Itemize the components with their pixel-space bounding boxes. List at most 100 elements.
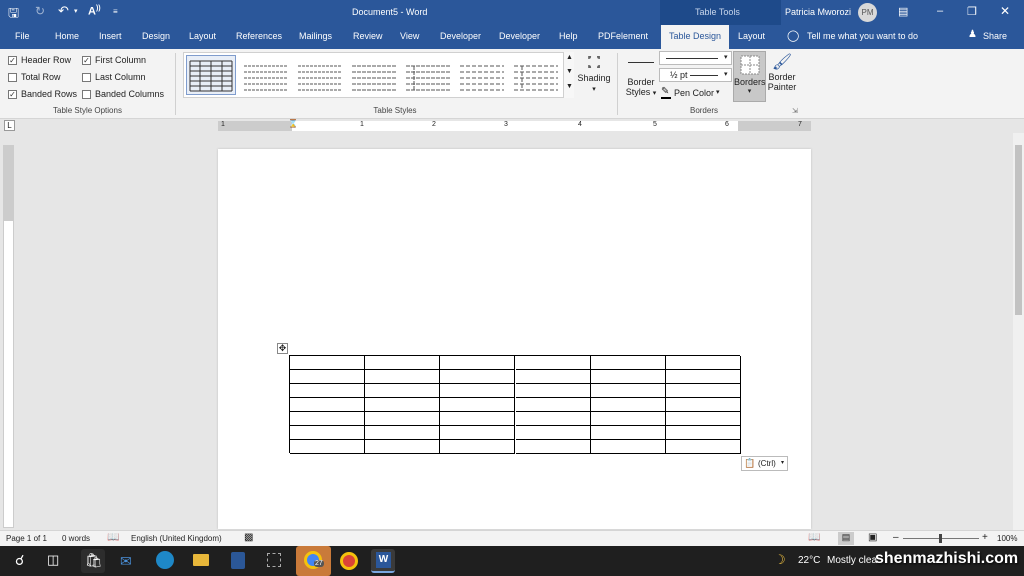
table-cell[interactable] — [365, 412, 441, 426]
header-row-checkbox[interactable]: ✓ Header Row — [8, 55, 71, 65]
table-cell[interactable] — [590, 440, 666, 454]
table-cell[interactable] — [440, 384, 516, 398]
tab-pdfelement[interactable]: PDFelement — [598, 31, 648, 41]
pen-color-button[interactable]: ✎ Pen Color ▾ — [659, 86, 732, 101]
table-cell[interactable] — [515, 398, 591, 412]
table-cell[interactable] — [365, 440, 441, 454]
accessibility-icon[interactable]: ▩ — [244, 532, 253, 543]
zoom-out-icon[interactable]: – — [893, 532, 899, 543]
first-column-checkbox[interactable]: ✓ First Column — [82, 55, 146, 65]
table-style-plain-1[interactable] — [242, 60, 290, 96]
zoom-level[interactable]: 100% — [997, 534, 1017, 543]
read-aloud-icon[interactable]: A)) — [88, 5, 101, 18]
weather-text[interactable]: Mostly clea — [827, 555, 877, 566]
tab-table-design[interactable]: Table Design — [661, 25, 730, 49]
document-page[interactable]: ✥ 📋 (Ctrl) ▾ — [218, 149, 811, 529]
last-column-checkbox[interactable]: Last Column — [82, 72, 146, 82]
table-cell[interactable] — [290, 384, 366, 398]
undo-dropdown-icon[interactable]: ▾ — [74, 7, 78, 15]
line-style-dropdown[interactable]: ▾ — [659, 51, 732, 65]
table-cell[interactable] — [515, 440, 591, 454]
read-mode-icon[interactable]: 📖 — [808, 532, 820, 543]
horizontal-ruler[interactable]: 1 1 2 3 4 5 6 7 ⌛ — [218, 119, 811, 131]
user-name[interactable]: Patricia Mworozi — [785, 7, 851, 17]
tell-me-search[interactable]: Tell me what you want to do — [807, 31, 918, 41]
language[interactable]: English (United Kingdom) — [131, 534, 222, 543]
table-style-plain-6[interactable] — [512, 60, 560, 96]
table-cell[interactable] — [440, 426, 516, 440]
chrome-profile-button[interactable] — [337, 549, 361, 573]
table-style-plain-3[interactable] — [350, 60, 398, 96]
table-cell[interactable] — [365, 426, 441, 440]
table-cell[interactable] — [515, 426, 591, 440]
border-painter-button[interactable]: 🖌 Border Painter — [766, 52, 798, 102]
table-cell[interactable] — [290, 412, 366, 426]
table-cell[interactable] — [440, 412, 516, 426]
table-move-handle-icon[interactable]: ✥ — [277, 343, 288, 354]
table-style-grid[interactable] — [186, 55, 236, 95]
edge-button[interactable] — [153, 549, 177, 573]
table-cell[interactable] — [665, 440, 741, 454]
table-cell[interactable] — [365, 384, 441, 398]
table-cell[interactable] — [665, 398, 741, 412]
snip-button[interactable] — [262, 549, 286, 573]
tab-insert[interactable]: Insert — [99, 31, 122, 41]
store-button[interactable]: 🛍 — [81, 549, 105, 573]
table-cell[interactable] — [590, 412, 666, 426]
word-count[interactable]: 0 words — [62, 534, 90, 543]
table-cell[interactable] — [590, 356, 666, 370]
customize-toolbar-icon[interactable]: ≡ — [113, 7, 118, 16]
table-cell[interactable] — [665, 426, 741, 440]
table-cell[interactable] — [665, 412, 741, 426]
tab-references[interactable]: References — [236, 31, 282, 41]
chrome-button[interactable]: 27 — [296, 546, 331, 576]
proofing-icon[interactable]: 📖 — [107, 532, 119, 543]
banded-columns-checkbox[interactable]: Banded Columns — [82, 89, 164, 99]
document-table[interactable] — [289, 355, 741, 454]
search-button[interactable]: ☌ — [7, 549, 37, 573]
zoom-slider-thumb[interactable] — [939, 534, 942, 543]
chevron-up-icon[interactable]: ▲ — [566, 54, 573, 61]
file-explorer-button[interactable] — [189, 549, 213, 573]
table-cell[interactable] — [515, 370, 591, 384]
table-cell[interactable] — [590, 426, 666, 440]
tab-table-layout[interactable]: Layout — [738, 31, 765, 41]
tab-developer[interactable]: Developer — [440, 31, 481, 41]
paste-options-button[interactable]: 📋 (Ctrl) ▾ — [741, 456, 788, 471]
table-cell[interactable] — [515, 384, 591, 398]
calculator-button[interactable] — [226, 549, 250, 573]
table-cell[interactable] — [290, 370, 366, 384]
web-layout-icon[interactable]: ▣ — [868, 532, 877, 543]
table-cell[interactable] — [590, 398, 666, 412]
zoom-in-icon[interactable]: + — [982, 532, 988, 543]
undo-icon[interactable]: ↶ — [58, 3, 69, 19]
indent-marker-icon[interactable]: ⌛ — [288, 119, 298, 128]
tab-home[interactable]: Home — [55, 31, 79, 41]
restore-button[interactable]: ❐ — [967, 5, 977, 18]
table-cell[interactable] — [440, 370, 516, 384]
table-cell[interactable] — [290, 440, 366, 454]
table-style-plain-4[interactable] — [404, 60, 452, 96]
tab-view[interactable]: View — [400, 31, 419, 41]
minimize-button[interactable]: – — [937, 5, 943, 17]
line-weight-dropdown[interactable]: ½ pt ▾ — [659, 68, 732, 82]
table-cell[interactable] — [515, 356, 591, 370]
border-styles-button[interactable]: Border Styles ▾ — [624, 55, 658, 103]
table-cell[interactable] — [515, 412, 591, 426]
tab-design[interactable]: Design — [142, 31, 170, 41]
vertical-scrollbar[interactable] — [1013, 133, 1024, 530]
table-cell[interactable] — [590, 384, 666, 398]
save-icon[interactable]: 🖫 — [8, 4, 19, 26]
tab-file[interactable]: File — [15, 31, 30, 41]
table-cell[interactable] — [440, 440, 516, 454]
table-cell[interactable] — [290, 356, 366, 370]
mail-button[interactable]: ✉ — [117, 549, 141, 573]
table-cell[interactable] — [665, 384, 741, 398]
table-cell[interactable] — [365, 398, 441, 412]
tab-layout[interactable]: Layout — [189, 31, 216, 41]
gallery-more-icon[interactable]: ▼ — [566, 83, 573, 90]
tab-mailings[interactable]: Mailings — [299, 31, 332, 41]
avatar[interactable]: PM — [858, 3, 877, 22]
total-row-checkbox[interactable]: Total Row — [8, 72, 61, 82]
dialog-launcher-icon[interactable]: ⇲ — [792, 107, 798, 115]
